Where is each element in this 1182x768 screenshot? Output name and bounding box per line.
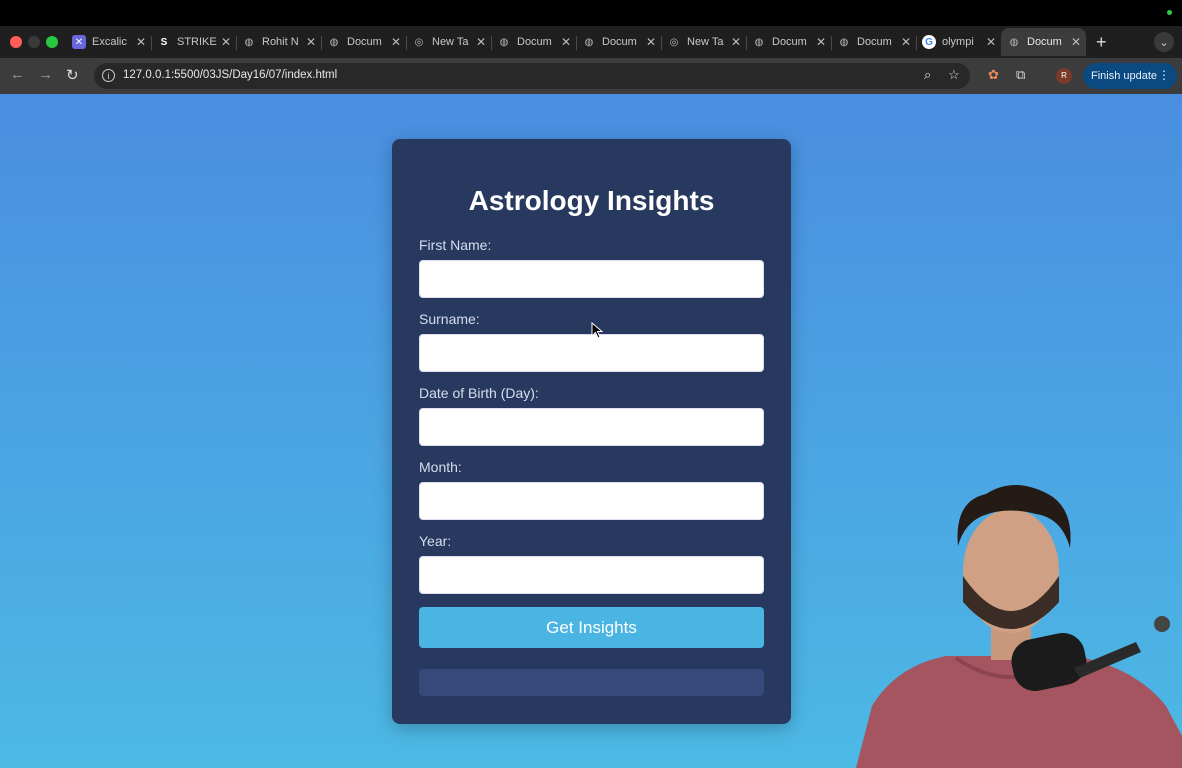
tab-strike[interactable]: S STRIKE ✕ (151, 28, 236, 56)
tab-strip: ✕ Excalic ✕ S STRIKE ✕ ◍ Rohit N ✕ ◍ Doc… (66, 28, 1086, 58)
tab-title: New Ta (432, 36, 469, 48)
google-icon: G (922, 35, 936, 49)
month-label: Month: (419, 459, 462, 475)
close-icon[interactable]: ✕ (136, 35, 146, 49)
close-icon[interactable]: ✕ (986, 35, 996, 49)
tab-document[interactable]: ◍ Docum ✕ (321, 28, 406, 56)
new-tab-button[interactable]: + (1096, 32, 1107, 53)
bookmark-star-icon[interactable]: ☆ (948, 67, 960, 83)
tab-rohit[interactable]: ◍ Rohit N ✕ (236, 28, 321, 56)
birth-day-label: Date of Birth (Day): (419, 385, 539, 401)
tab-document[interactable]: ◍ Docum ✕ (746, 28, 831, 56)
close-icon[interactable]: ✕ (1071, 35, 1081, 49)
astrology-form-card: Astrology Insights First Name: Surname: … (392, 139, 791, 724)
tab-document-active[interactable]: ◍ Docum ✕ (1001, 28, 1086, 56)
first-name-input[interactable] (419, 260, 764, 298)
close-icon[interactable]: ✕ (901, 35, 911, 49)
birth-day-input[interactable] (419, 408, 764, 446)
site-info-icon[interactable]: i (102, 69, 115, 82)
page-title: Astrology Insights (468, 185, 715, 216)
tab-excalidraw[interactable]: ✕ Excalic ✕ (66, 28, 151, 56)
tab-olympics[interactable]: G olympi ✕ (916, 28, 1001, 56)
tab-title: Docum (1027, 36, 1062, 48)
globe-icon: ◍ (584, 36, 594, 48)
webcam-overlay-image (856, 485, 1182, 768)
profile-avatar[interactable]: R (1056, 68, 1072, 84)
close-icon[interactable]: ✕ (221, 35, 231, 49)
tab-document[interactable]: ◍ Docum ✕ (491, 28, 576, 56)
tab-new-tab[interactable]: ◎ New Ta ✕ (406, 28, 491, 56)
zoom-icon[interactable]: ⌕ (924, 67, 931, 83)
year-input[interactable] (419, 556, 764, 594)
globe-icon: ◍ (839, 36, 849, 48)
strike-icon: S (160, 36, 168, 48)
surname-label: Surname: (419, 311, 480, 327)
address-bar[interactable]: i 127.0.0.1:5500/03JS/Day16/07/index.htm… (94, 63, 970, 89)
close-icon[interactable]: ✕ (306, 35, 316, 49)
close-icon[interactable]: ✕ (476, 35, 486, 49)
tab-document[interactable]: ◍ Docum ✕ (831, 28, 916, 56)
year-label: Year: (419, 533, 452, 549)
close-icon[interactable]: ✕ (731, 35, 741, 49)
close-icon[interactable]: ✕ (646, 35, 656, 49)
tab-bar: ✕ Excalic ✕ S STRIKE ✕ ◍ Rohit N ✕ ◍ Doc… (0, 26, 1182, 58)
tab-title: Docum (772, 36, 807, 48)
forward-arrow-icon[interactable]: → (38, 66, 53, 83)
close-icon[interactable]: ✕ (391, 35, 401, 49)
globe-icon: ◍ (499, 36, 509, 48)
first-name-label: First Name: (419, 237, 492, 253)
chrome-icon: ◎ (414, 36, 424, 48)
finish-update-label: Finish update (1091, 70, 1158, 82)
maximize-window-button[interactable] (46, 36, 58, 48)
url-text[interactable]: 127.0.0.1:5500/03JS/Day16/07/index.html (123, 69, 337, 81)
tab-document[interactable]: ◍ Docum ✕ (576, 28, 661, 56)
insights-result-box (419, 669, 764, 696)
globe-icon: ◍ (244, 36, 254, 48)
extension-icon[interactable]: ✿ (988, 67, 999, 83)
excalidraw-icon: ✕ (72, 35, 86, 49)
tab-new-tab[interactable]: ◎ New Ta ✕ (661, 28, 746, 56)
page-viewport: Astrology Insights First Name: Surname: … (0, 94, 1182, 768)
close-icon[interactable]: ✕ (561, 35, 571, 49)
tab-title: Excalic (92, 36, 127, 48)
browser-toolbar: ← → ↻ i 127.0.0.1:5500/03JS/Day16/07/ind… (0, 58, 1182, 94)
system-top-strip (0, 0, 1182, 26)
close-window-button[interactable] (10, 36, 22, 48)
tab-title: New Ta (687, 36, 724, 48)
more-menu-icon[interactable]: ⋮ (1158, 68, 1170, 82)
finish-update-button[interactable]: Finish update ⋮ (1083, 63, 1177, 89)
tab-title: olympi (942, 36, 974, 48)
tab-title: Docum (857, 36, 892, 48)
tab-title: Docum (602, 36, 637, 48)
minimize-window-button[interactable] (28, 36, 40, 48)
puzzle-icon[interactable]: ⧉ (1016, 67, 1025, 83)
month-input[interactable] (419, 482, 764, 520)
tab-title: STRIKE (177, 36, 217, 48)
globe-icon: ◍ (1009, 36, 1019, 48)
camera-indicator-icon (1167, 10, 1172, 15)
tab-title: Docum (517, 36, 552, 48)
reload-icon[interactable]: ↻ (66, 66, 79, 84)
tab-title: Docum (347, 36, 382, 48)
tab-search-button[interactable]: ⌄ (1154, 32, 1174, 52)
mouse-cursor-icon (591, 322, 603, 339)
globe-icon: ◍ (754, 36, 764, 48)
tab-title: Rohit N (262, 36, 299, 48)
close-icon[interactable]: ✕ (816, 35, 826, 49)
chrome-icon: ◎ (669, 36, 679, 48)
globe-icon: ◍ (329, 36, 339, 48)
get-insights-button[interactable]: Get Insights (419, 607, 764, 648)
back-arrow-icon[interactable]: ← (10, 66, 25, 83)
